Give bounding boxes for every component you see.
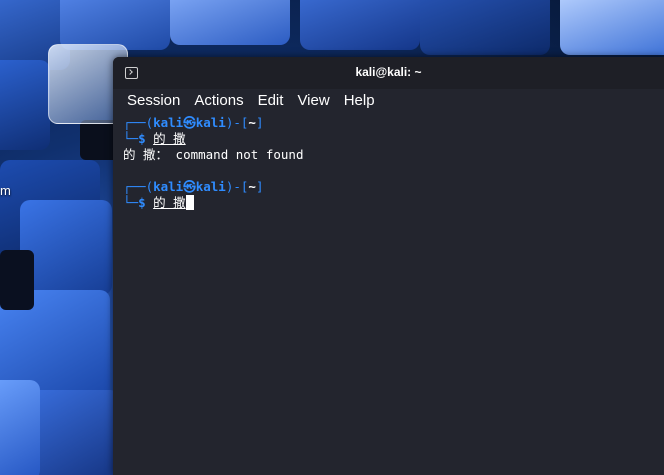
terminal-output[interactable]: ┌──(kali㉿kali)-[~] └─$ 的 撒 的 撒： command …	[123, 115, 658, 475]
desktop-icon-label[interactable]: m	[0, 183, 11, 198]
prompt-frame: )-[	[225, 115, 249, 130]
prompt-frame: └─	[123, 195, 139, 210]
prompt-frame: ]	[255, 179, 264, 194]
menu-actions[interactable]: Actions	[194, 92, 243, 109]
prompt-frame: └─	[123, 131, 139, 146]
prompt-host: kali	[195, 179, 226, 194]
window-title: kali@kali: ~	[355, 65, 422, 79]
prompt-at-symbol: ㉿	[183, 179, 196, 194]
window-titlebar[interactable]: kali@kali: ~	[113, 57, 664, 89]
prompt-dir: ~	[248, 179, 256, 194]
menu-help[interactable]: Help	[344, 92, 375, 109]
command-output: 的 撒： command not found	[123, 147, 304, 162]
text-cursor	[185, 195, 194, 210]
wallpaper-cube	[300, 0, 420, 50]
prompt-at-symbol: ㉿	[183, 115, 196, 130]
prompt-line: ┌──(kali㉿kali)-[~]	[123, 179, 658, 195]
prompt-dollar: $	[138, 195, 146, 210]
prompt-frame: ┌──(	[123, 115, 154, 130]
wallpaper-cube	[420, 0, 550, 55]
prompt-frame: )-[	[225, 179, 249, 194]
wallpaper-cube	[0, 250, 34, 310]
wallpaper-cube	[0, 380, 40, 475]
menu-edit[interactable]: Edit	[258, 92, 284, 109]
prompt-line: ┌──(kali㉿kali)-[~]	[123, 115, 658, 131]
wallpaper-cube	[60, 0, 170, 50]
command-line[interactable]: └─$ 的 撒	[123, 195, 658, 211]
menu-view[interactable]: View	[297, 92, 329, 109]
command-text: 的 撒	[153, 131, 186, 146]
prompt-frame: ┌──(	[123, 179, 154, 194]
wallpaper-cube	[170, 0, 290, 45]
prompt-dollar: $	[138, 131, 146, 146]
menu-session[interactable]: Session	[127, 92, 180, 109]
prompt-user: kali	[153, 179, 184, 194]
prompt-user: kali	[153, 115, 184, 130]
wallpaper-cube	[0, 60, 50, 150]
menu-bar: Session Actions Edit View Help	[113, 89, 664, 111]
prompt-frame: ]	[255, 115, 264, 130]
prompt-host: kali	[195, 115, 226, 130]
command-line: └─$ 的 撒	[123, 131, 658, 147]
command-text: 的 撒	[153, 195, 186, 210]
terminal-window[interactable]: kali@kali: ~ Session Actions Edit View H…	[113, 57, 664, 475]
wallpaper-cube	[560, 0, 664, 55]
prompt-dir: ~	[248, 115, 256, 130]
